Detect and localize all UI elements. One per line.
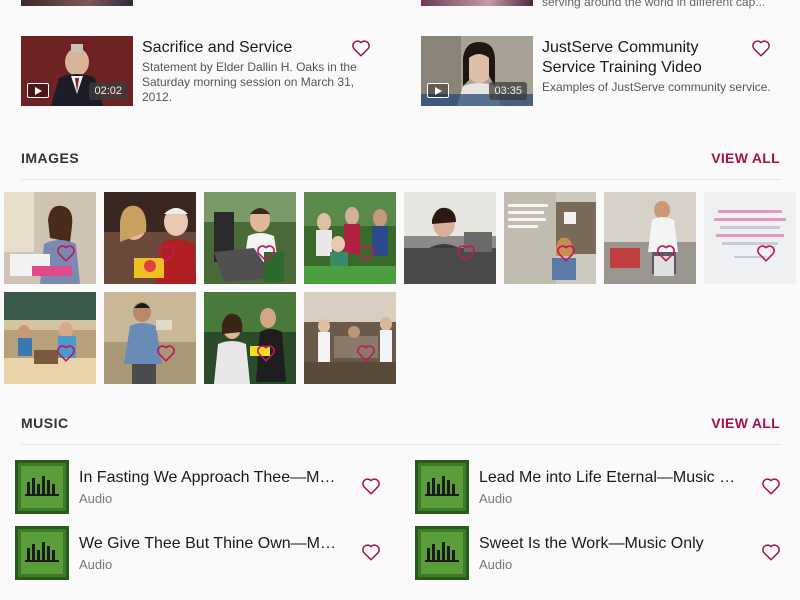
favorite-heart-icon[interactable] [56, 244, 76, 262]
favorite-heart-icon[interactable] [256, 344, 276, 362]
section-title: IMAGES [21, 150, 80, 166]
images-view-all-link[interactable]: VIEW ALL [711, 150, 780, 166]
favorite-heart-icon[interactable] [156, 244, 176, 262]
video-duration: 03:35 [489, 82, 527, 100]
favorite-heart-icon[interactable] [361, 543, 381, 561]
music-list-item[interactable]: In Fasting We Approach Thee—M… Audio [15, 460, 381, 515]
music-list-item[interactable]: We Give Thee But Thine Own—M… Audio [15, 526, 381, 581]
video-thumbnail[interactable]: 03:35 [421, 36, 533, 106]
image-tile[interactable] [404, 192, 496, 284]
image-tile[interactable] [604, 192, 696, 284]
music-title[interactable]: In Fasting We Approach Thee—M… [79, 468, 341, 488]
album-cover [415, 526, 469, 580]
favorite-heart-icon[interactable] [556, 244, 576, 262]
album-cover [15, 526, 69, 580]
partial-thumbnail[interactable] [21, 0, 133, 6]
video-card[interactable]: 02:02 Sacrifice and Service Statement by… [21, 36, 381, 106]
video-title[interactable]: Sacrifice and Service [142, 38, 342, 58]
favorite-heart-icon[interactable] [256, 244, 276, 262]
section-title: MUSIC [21, 415, 69, 431]
favorite-heart-icon[interactable] [456, 244, 476, 262]
partial-thumbnail[interactable] [421, 0, 533, 6]
image-tile[interactable] [304, 292, 396, 384]
favorite-heart-icon[interactable] [156, 344, 176, 362]
image-tile[interactable] [704, 192, 796, 284]
music-type: Audio [479, 557, 513, 572]
image-tile[interactable] [304, 192, 396, 284]
image-tile[interactable] [104, 292, 196, 384]
play-icon [27, 83, 49, 98]
music-list-item[interactable]: Sweet Is the Work—Music Only Audio [415, 526, 781, 581]
favorite-heart-icon[interactable] [756, 244, 776, 262]
favorite-heart-icon[interactable] [356, 244, 376, 262]
video-duration: 02:02 [89, 82, 127, 100]
image-tile[interactable] [4, 192, 96, 284]
image-tile[interactable] [204, 292, 296, 384]
previous-row-partial: serving around the world in different ca… [0, 0, 800, 12]
music-type: Audio [79, 491, 113, 506]
video-title[interactable]: JustServe Community Service Training Vid… [542, 38, 742, 78]
video-thumbnail[interactable]: 02:02 [21, 36, 133, 106]
album-cover [415, 460, 469, 514]
partial-description: serving around the world in different ca… [542, 0, 766, 9]
video-description: Statement by Elder Dallin H. Oaks in the… [142, 60, 357, 104]
music-list-item[interactable]: Lead Me into Life Eternal—Music … Audio [415, 460, 781, 515]
favorite-heart-icon[interactable] [761, 477, 781, 495]
favorite-heart-icon[interactable] [356, 344, 376, 362]
favorite-heart-icon[interactable] [351, 39, 371, 57]
video-card[interactable]: 03:35 JustServe Community Service Traini… [421, 36, 781, 106]
music-section-header: MUSIC VIEW ALL [21, 415, 780, 445]
album-cover [15, 460, 69, 514]
image-tile[interactable] [204, 192, 296, 284]
video-description: Examples of JustServe community service. [542, 80, 771, 94]
music-type: Audio [479, 491, 513, 506]
favorite-heart-icon[interactable] [761, 543, 781, 561]
music-title[interactable]: Sweet Is the Work—Music Only [479, 534, 741, 554]
music-view-all-link[interactable]: VIEW ALL [711, 415, 780, 431]
images-section-header: IMAGES VIEW ALL [21, 150, 780, 180]
favorite-heart-icon[interactable] [656, 244, 676, 262]
image-tile[interactable] [104, 192, 196, 284]
music-title[interactable]: We Give Thee But Thine Own—M… [79, 534, 341, 554]
favorite-heart-icon[interactable] [361, 477, 381, 495]
favorite-heart-icon[interactable] [751, 39, 771, 57]
music-title[interactable]: Lead Me into Life Eternal—Music … [479, 468, 741, 488]
image-tile[interactable] [504, 192, 596, 284]
play-icon [427, 83, 449, 98]
favorite-heart-icon[interactable] [56, 344, 76, 362]
image-tile[interactable] [4, 292, 96, 384]
music-type: Audio [79, 557, 113, 572]
